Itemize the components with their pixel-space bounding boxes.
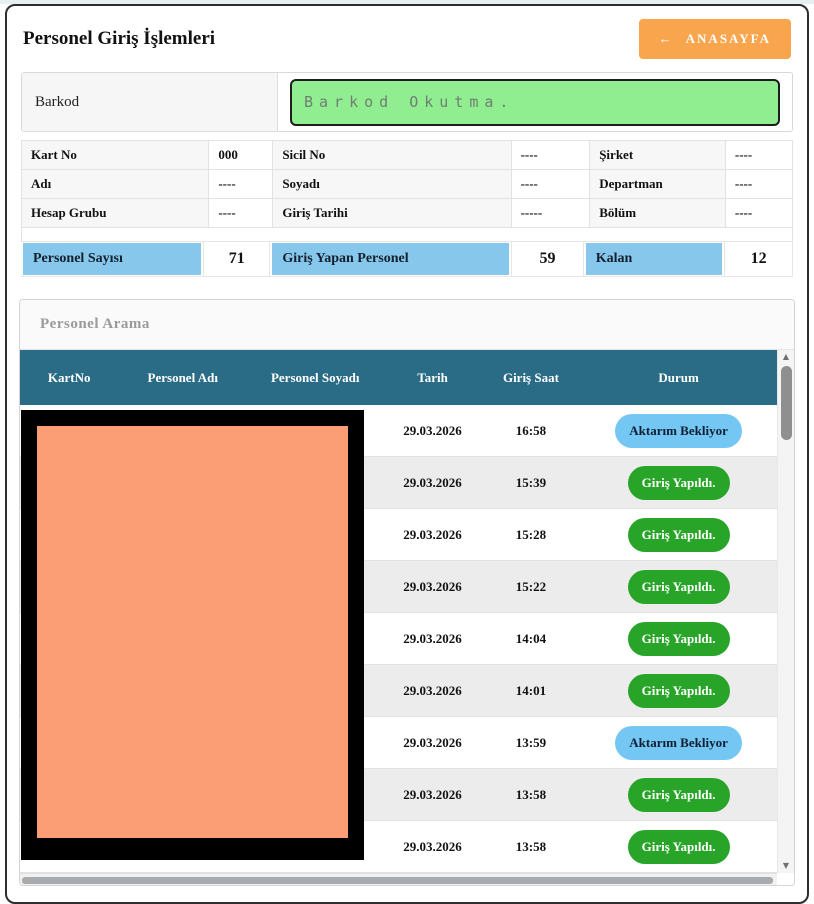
personnel-search-panel: Personel Arama KartNo Personel Adı Perso… xyxy=(19,299,795,886)
cell-tarih: 29.03.2026 xyxy=(383,787,481,803)
home-button-label: ANASAYFA xyxy=(686,31,771,47)
vertical-scrollbar[interactable]: ▲ ▼ xyxy=(777,350,794,873)
table-body: 29.03.2026 16:58 Aktarım Bekliyor 29.03.… xyxy=(20,405,794,873)
redacted-area xyxy=(21,410,364,860)
personnel-table: KartNo Personel Adı Personel Soyadı Tari… xyxy=(20,350,794,885)
barcode-input[interactable] xyxy=(290,79,780,126)
status-badge: Giriş Yapıldı. xyxy=(628,674,730,708)
horizontal-scrollbar[interactable] xyxy=(20,873,777,885)
status-badge: Giriş Yapıldı. xyxy=(628,570,730,604)
cell-tarih: 29.03.2026 xyxy=(383,735,481,751)
barcode-section: Barkod xyxy=(21,72,793,132)
stat-label-personel-sayisi: Personel Sayısı xyxy=(23,243,201,275)
cell-durum: Giriş Yapıldı. xyxy=(580,778,777,812)
horizontal-scrollbar-thumb[interactable] xyxy=(22,877,773,884)
info-label: Kart No xyxy=(22,141,209,170)
cell-giris-saat: 15:22 xyxy=(482,579,580,595)
barcode-input-cell xyxy=(278,73,792,131)
cell-tarih: 29.03.2026 xyxy=(383,423,481,439)
cell-durum: Giriş Yapıldı. xyxy=(580,570,777,604)
info-label: Adı xyxy=(22,170,209,199)
cell-tarih: 29.03.2026 xyxy=(383,527,481,543)
search-panel-title: Personel Arama xyxy=(20,300,794,350)
status-badge: Giriş Yapıldı. xyxy=(628,466,730,500)
stats-row: Personel Sayısı 71 Giriş Yapan Personel … xyxy=(21,241,793,277)
info-label: Giriş Tarihi xyxy=(273,199,511,228)
col-tarih: Tarih xyxy=(383,370,481,386)
info-label: Bölüm xyxy=(590,199,726,228)
info-label: Sicil No xyxy=(273,141,511,170)
personnel-info-table: Kart No 000 Sicil No ---- Şirket ---- Ad… xyxy=(21,140,793,228)
info-value: ----- xyxy=(512,199,591,228)
table-header: KartNo Personel Adı Personel Soyadı Tari… xyxy=(20,350,777,405)
cell-tarih: 29.03.2026 xyxy=(383,631,481,647)
stat-value-kalan: 12 xyxy=(724,242,793,276)
col-durum: Durum xyxy=(580,370,777,386)
cell-tarih: 29.03.2026 xyxy=(383,683,481,699)
cell-durum: Giriş Yapıldı. xyxy=(580,518,777,552)
cell-giris-saat: 14:01 xyxy=(482,683,580,699)
cell-giris-saat: 15:28 xyxy=(482,527,580,543)
cell-giris-saat: 16:58 xyxy=(482,423,580,439)
cell-durum: Aktarım Bekliyor xyxy=(580,414,777,448)
info-label: Hesap Grubu xyxy=(22,199,209,228)
home-button[interactable]: ← ANASAYFA xyxy=(639,19,791,59)
barcode-label: Barkod xyxy=(22,73,278,131)
cell-giris-saat: 15:39 xyxy=(482,475,580,491)
stat-value-giris-yapan: 59 xyxy=(511,242,584,276)
stat-label-kalan: Kalan xyxy=(586,243,723,275)
cell-giris-saat: 13:58 xyxy=(482,839,580,855)
cell-tarih: 29.03.2026 xyxy=(383,579,481,595)
cell-giris-saat: 13:59 xyxy=(482,735,580,751)
col-personel-adi: Personel Adı xyxy=(118,370,247,386)
status-badge: Giriş Yapıldı. xyxy=(628,778,730,812)
info-value: ---- xyxy=(209,170,273,199)
back-arrow-icon: ← xyxy=(659,31,674,47)
cell-giris-saat: 14:04 xyxy=(482,631,580,647)
cell-tarih: 29.03.2026 xyxy=(383,475,481,491)
cell-durum: Aktarım Bekliyor xyxy=(580,726,777,760)
cell-durum: Giriş Yapıldı. xyxy=(580,622,777,656)
info-value: ---- xyxy=(512,170,591,199)
info-value: 000 xyxy=(209,141,273,170)
cell-durum: Giriş Yapıldı. xyxy=(580,466,777,500)
info-value: ---- xyxy=(726,141,793,170)
stat-label-giris-yapan: Giriş Yapan Personel xyxy=(272,243,509,275)
status-badge: Giriş Yapıldı. xyxy=(628,518,730,552)
status-badge: Giriş Yapıldı. xyxy=(628,830,730,864)
cell-durum: Giriş Yapıldı. xyxy=(580,830,777,864)
status-badge: Aktarım Bekliyor xyxy=(615,414,742,448)
personnel-entry-window: Personel Giriş İşlemleri ← ANASAYFA Bark… xyxy=(5,4,809,904)
page-title: Personel Giriş İşlemleri xyxy=(23,28,215,50)
window-header: Personel Giriş İşlemleri ← ANASAYFA xyxy=(7,6,807,70)
cell-tarih: 29.03.2026 xyxy=(383,839,481,855)
info-value: ---- xyxy=(726,170,793,199)
info-value: ---- xyxy=(209,199,273,228)
spacer-row xyxy=(21,228,793,241)
col-kartno: KartNo xyxy=(20,370,118,386)
vertical-scrollbar-thumb[interactable] xyxy=(781,366,792,440)
info-value: ---- xyxy=(726,199,793,228)
info-label: Şirket xyxy=(590,141,726,170)
stat-value-personel-sayisi: 71 xyxy=(203,242,270,276)
cell-durum: Giriş Yapıldı. xyxy=(580,674,777,708)
info-label: Soyadı xyxy=(273,170,511,199)
col-personel-soyadi: Personel Soyadı xyxy=(247,370,383,386)
scroll-up-icon[interactable]: ▲ xyxy=(778,350,794,364)
col-giris-saat: Giriş Saat xyxy=(482,370,580,386)
info-value: ---- xyxy=(512,141,591,170)
info-label: Departman xyxy=(590,170,726,199)
status-badge: Giriş Yapıldı. xyxy=(628,622,730,656)
status-badge: Aktarım Bekliyor xyxy=(615,726,742,760)
cell-giris-saat: 13:58 xyxy=(482,787,580,803)
